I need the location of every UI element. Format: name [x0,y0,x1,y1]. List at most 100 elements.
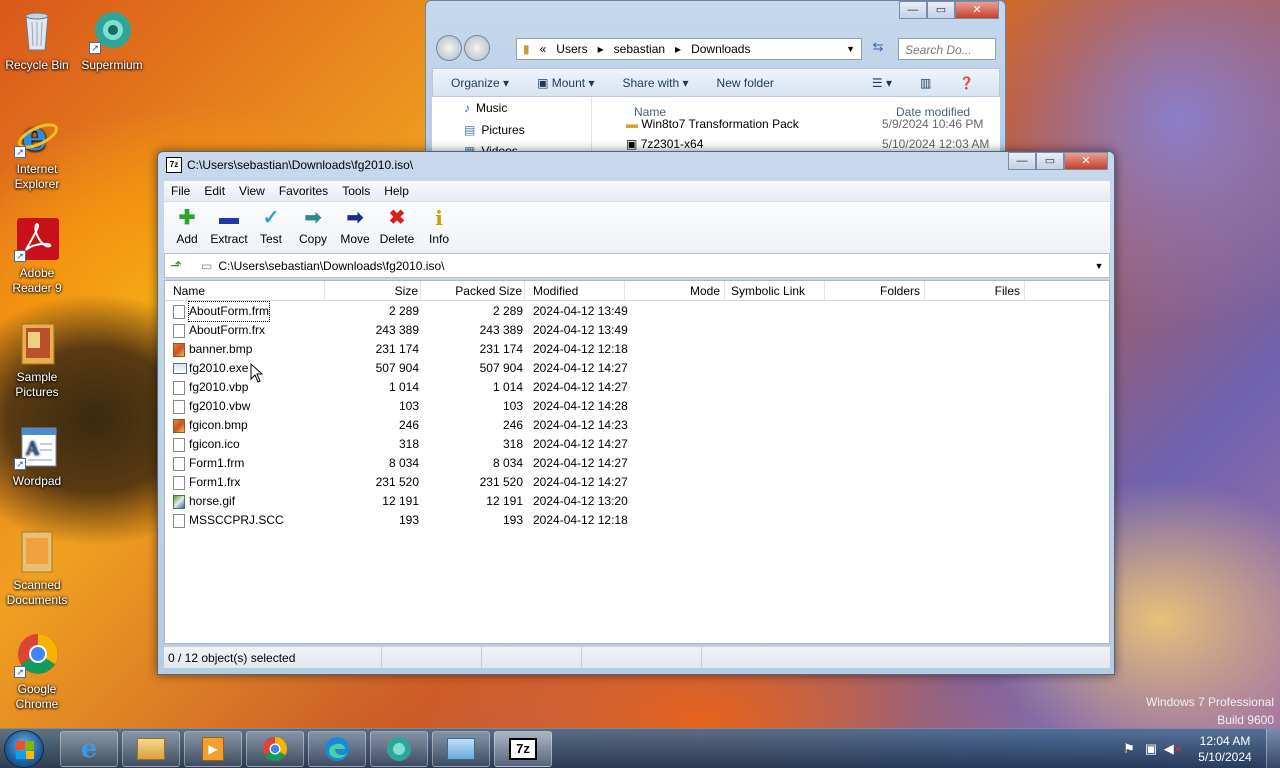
taskbar-media-player[interactable]: ▶ [184,731,242,767]
explorer-window[interactable]: — ▭ ✕ ▮ « Users ▸ sebastian ▸ Downloads … [425,0,1006,160]
taskbar-file-explorer[interactable] [122,731,180,767]
taskbar-google-chrome[interactable] [246,731,304,767]
organize-menu[interactable]: Organize ▾ [451,76,509,90]
desktop-icon-google-chrome[interactable]: ↗ Google Chrome [0,632,74,712]
menu-file[interactable]: File [164,181,197,201]
column-header-folders[interactable]: Folders [825,281,925,301]
folder-up-icon[interactable]: ⬏ [165,257,187,274]
file-row[interactable]: AboutForm.frx 243 389 243 389 2024-04-12 13… [165,321,1109,340]
maximize-button[interactable]: ▭ [1036,152,1064,170]
refresh-icon[interactable]: ⇆ [868,39,888,59]
file-row[interactable]: horse.gif 12 191 12 191 2024-04-12 13:20 [165,492,1109,511]
folder-icon [137,738,165,760]
maximize-button[interactable]: ▭ [927,1,955,19]
clock[interactable]: 12:04 AM 5/10/2024 [1190,733,1260,765]
desktop-icon-supermium[interactable]: ↗ Supermium [75,8,149,73]
shortcut-arrow-icon: ↗ [14,666,26,678]
file-row[interactable]: AboutForm.frm 2 289 2 289 2024-04-12 13:49 [165,301,1109,322]
adobe-reader-icon: ↗ [14,216,60,262]
close-button[interactable]: ✕ [955,1,999,19]
file-modified: 2024-04-12 14:27 [533,380,628,394]
desktop-icon-wordpad[interactable]: A ↗ Wordpad [0,424,74,489]
show-desktop-button[interactable] [1266,729,1280,768]
test-button[interactable]: ✓ Test [250,202,292,252]
extract-button[interactable]: ▬ Extract [208,202,250,252]
taskbar-7zip[interactable]: 7z [494,731,552,767]
share-with-menu[interactable]: Share with ▾ [622,76,688,90]
nav-item-pictures[interactable]: ▤ Pictures [464,123,525,137]
view-options-icon[interactable]: ☰ ▾ [872,76,892,90]
file-row[interactable]: Form1.frx 231 520 231 520 2024-04-12 14:27 [165,473,1109,492]
address-overflow[interactable]: « [540,42,547,56]
file-row[interactable]: fgicon.ico 318 318 2024-04-12 14:27 [165,435,1109,454]
shortcut-arrow-icon: ↗ [89,42,101,54]
desktop-icon-sample-pictures[interactable]: Sample Pictures [0,320,74,400]
mount-button[interactable]: ▣ Mount ▾ [537,76,594,90]
path-dropdown-icon[interactable]: ▼ [1089,261,1109,271]
google-chrome-icon: ↗ [14,632,60,678]
taskbar-supermium[interactable] [370,731,428,767]
menu-edit[interactable]: Edit [197,181,232,201]
minimize-button[interactable]: — [1008,152,1036,170]
list-item[interactable]: ▣ 7z2301-x64 5/10/2024 12:03 AM [626,137,996,151]
file-row[interactable]: fg2010.vbw 103 103 2024-04-12 14:28 [165,397,1109,416]
breadcrumb-sebastian[interactable]: sebastian [614,42,665,56]
desktop-icon-adobe-reader[interactable]: ↗ Adobe Reader 9 [0,216,74,296]
list-item[interactable]: ▬ Win8to7 Transformation Pack 5/9/2024 10… [626,117,996,131]
copy-button[interactable]: ➡ Copy [292,202,334,252]
close-button[interactable]: ✕ [1064,152,1108,170]
column-header-name[interactable]: Name [165,281,325,301]
taskbar-control-panel[interactable] [432,731,490,767]
start-button[interactable] [4,730,44,768]
back-button[interactable] [436,35,462,61]
preview-pane-icon[interactable]: ▥ [920,76,931,90]
file-row[interactable]: fg2010.vbp 1 014 1 014 2024-04-12 14:27 [165,378,1109,397]
network-icon[interactable]: ▣ [1140,741,1162,757]
explorer-caption-buttons: — ▭ ✕ [899,1,999,19]
menu-tools[interactable]: Tools [335,181,377,201]
media-player-icon: ▶ [202,737,224,761]
path-input[interactable]: ▭ C:\Users\sebastian\Downloads\fg2010.is… [187,254,1089,277]
column-header-size[interactable]: Size [325,281,421,301]
file-row[interactable]: fgicon.bmp 246 246 2024-04-12 14:23 [165,416,1109,435]
column-header-packed-size[interactable]: Packed Size [421,281,525,301]
taskbar-internet-explorer[interactable]: e [60,731,118,767]
explorer-search-input[interactable]: Search Do... [898,38,996,60]
minimize-button[interactable]: — [899,1,927,19]
menu-view[interactable]: View [232,181,272,201]
forward-button[interactable] [464,35,490,61]
column-header-mode[interactable]: Mode [625,281,725,301]
help-icon[interactable]: ❓ [959,76,974,90]
nav-item-music[interactable]: ♪ Music [464,101,507,115]
column-header-symbolic-link[interactable]: Symbolic Link [725,281,825,301]
desktop-icon-scanned-documents[interactable]: Scanned Documents [0,528,74,608]
address-dropdown-icon[interactable]: ▼ [846,44,855,54]
volume-muted-icon[interactable]: ◀✕ [1162,741,1184,757]
file-row[interactable]: fg2010.exe 507 904 507 904 2024-04-12 14:27 [165,359,1109,378]
file-row[interactable]: banner.bmp 231 174 231 174 2024-04-12 12:18 [165,340,1109,359]
info-button[interactable]: i Info [418,202,460,252]
desktop-icon-recycle-bin[interactable]: Recycle Bin [0,8,74,73]
move-button[interactable]: ➡ Move [334,202,376,252]
new-folder-button[interactable]: New folder [717,76,774,90]
column-header-modified[interactable]: Modified [525,281,625,301]
disc-icon: ▣ [537,75,549,90]
taskbar-microsoft-edge[interactable] [308,731,366,767]
file-name: fg2010.vbw [189,399,251,413]
breadcrumb-downloads[interactable]: Downloads [691,42,750,56]
explorer-address-bar[interactable]: ▮ « Users ▸ sebastian ▸ Downloads ▼ [516,38,862,60]
file-list[interactable]: Name Size Packed Size Modified Mode Symb… [164,280,1110,644]
recycle-bin-icon [14,8,60,54]
7zip-window[interactable]: 7z C:\Users\sebastian\Downloads\fg2010.i… [157,151,1115,675]
menu-help[interactable]: Help [377,181,416,201]
desktop-icon-internet-explorer[interactable]: e ↗ Internet Explorer [0,112,74,192]
menu-favorites[interactable]: Favorites [272,181,335,201]
file-row[interactable]: MSSCCPRJ.SCC 193 193 2024-04-12 12:18 [165,511,1109,530]
action-center-flag-icon[interactable]: ⚑ [1118,741,1140,757]
file-size: 12 191 [382,494,419,508]
delete-button[interactable]: ✖ Delete [376,202,418,252]
column-header-files[interactable]: Files [925,281,1025,301]
add-button[interactable]: ✚ Add [166,202,208,252]
file-row[interactable]: Form1.frm 8 034 8 034 2024-04-12 14:27 [165,454,1109,473]
breadcrumb-users[interactable]: Users [556,42,587,56]
